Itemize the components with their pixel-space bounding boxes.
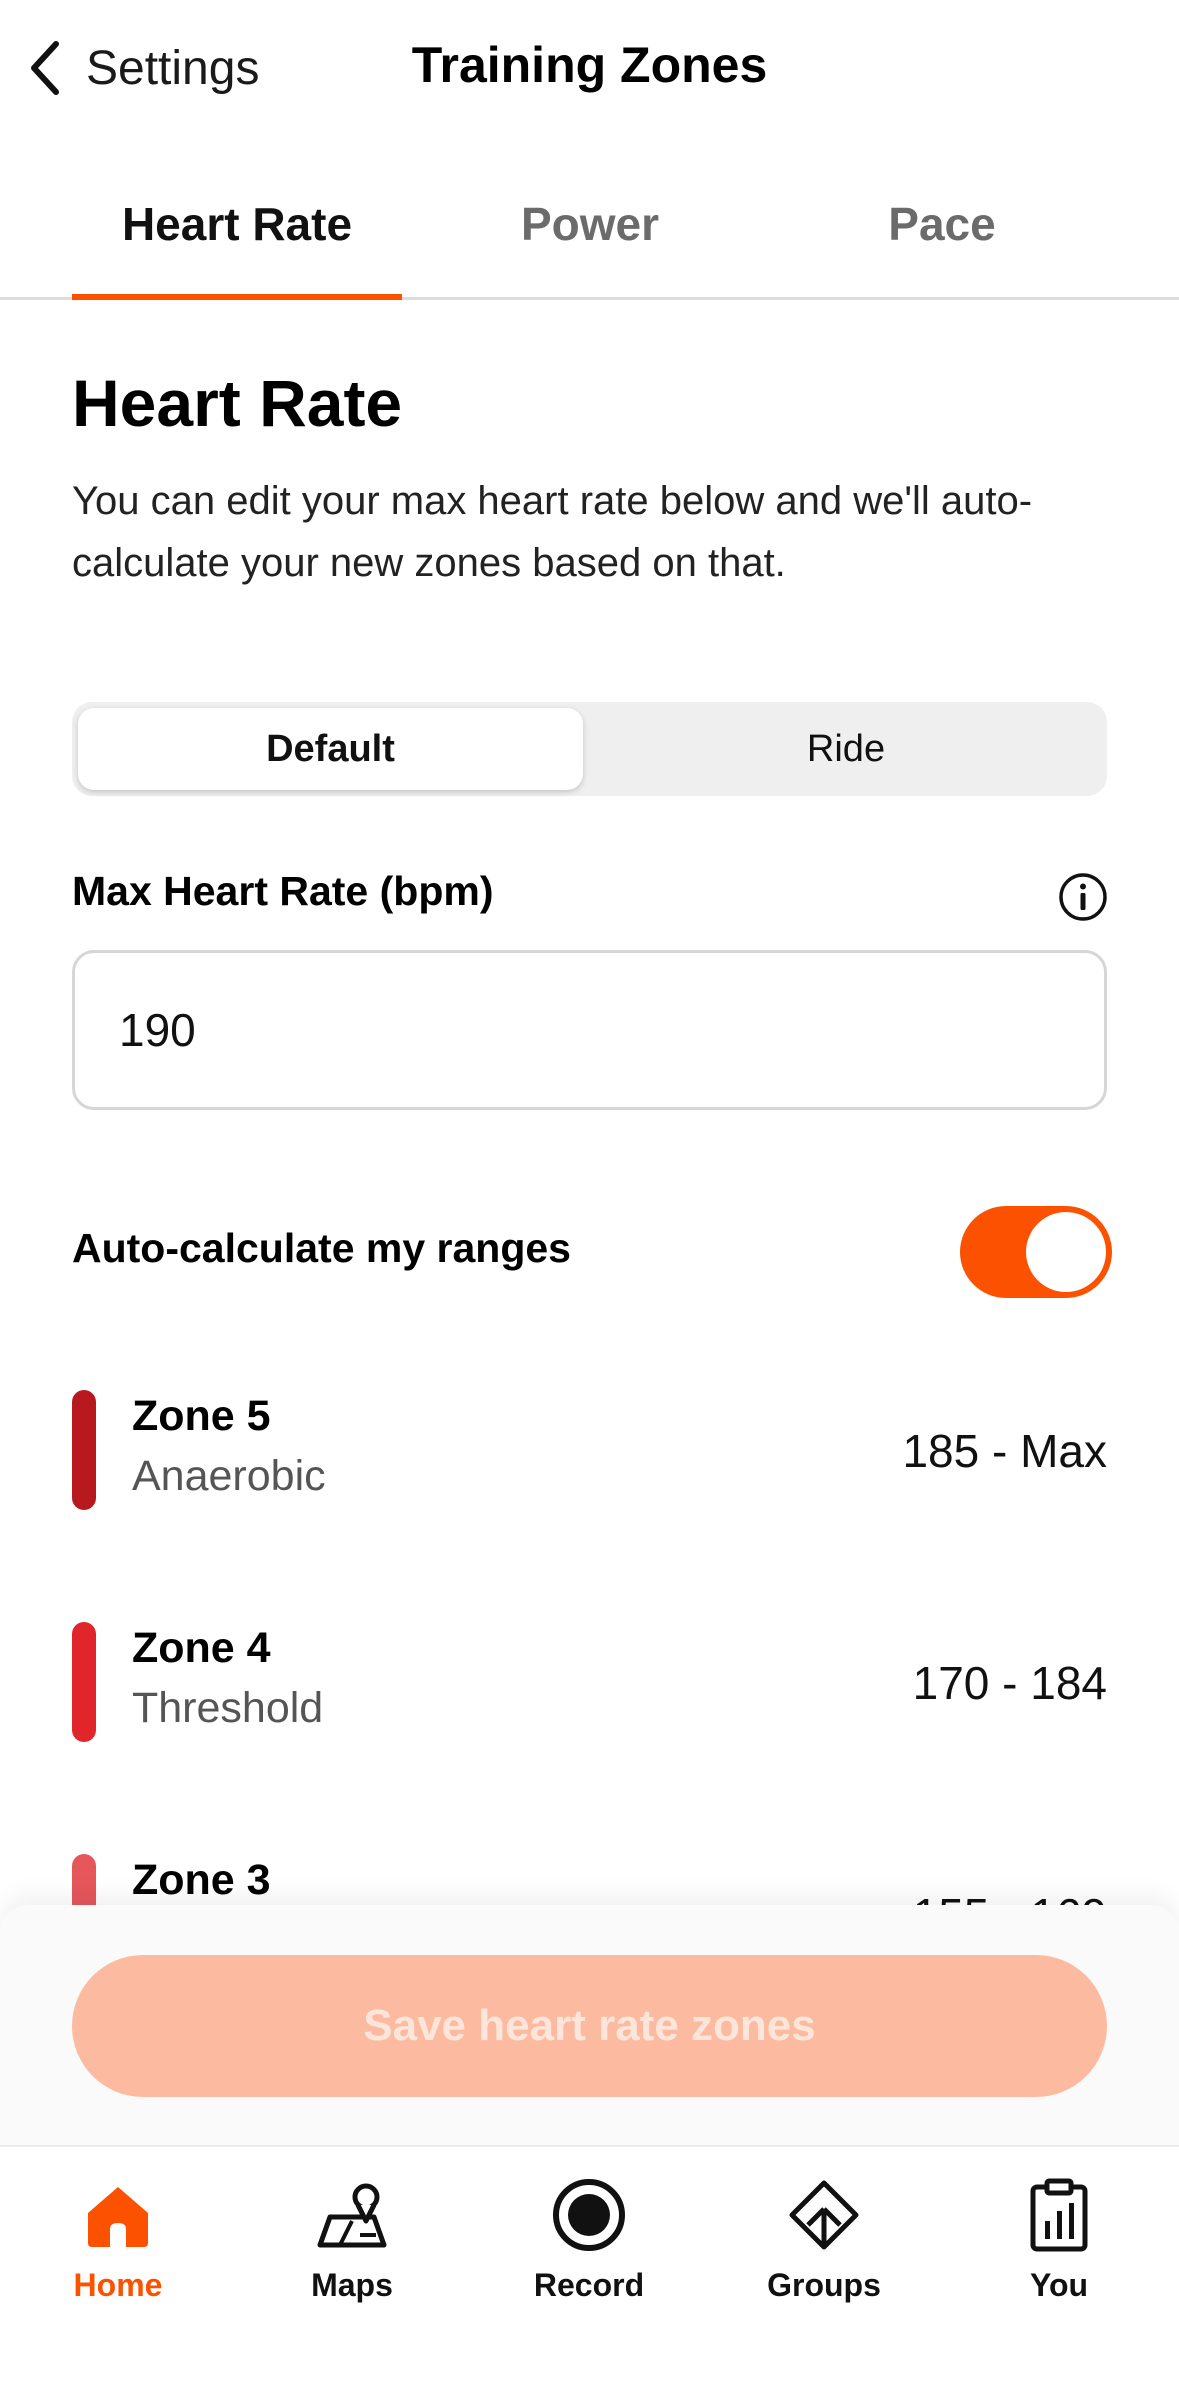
- max-heart-rate-label: Max Heart Rate (bpm): [72, 868, 494, 914]
- nav-maps[interactable]: Maps: [262, 2165, 442, 2325]
- header: Settings Training Zones: [0, 0, 1179, 140]
- record-icon: [553, 2179, 625, 2251]
- activity-segmented-control: Default Ride: [72, 702, 1107, 796]
- zone-name: Zone 4: [132, 1624, 271, 1672]
- zone-description: Anaerobic: [132, 1452, 326, 1500]
- nav-label: Maps: [311, 2267, 393, 2303]
- nav-groups[interactable]: Groups: [734, 2165, 914, 2325]
- zone-range: 170 - 184: [912, 1657, 1107, 1709]
- you-icon: [1030, 2178, 1088, 2252]
- bottom-nav: Home Maps Record Groups You: [0, 2145, 1179, 2396]
- home-icon: [88, 2187, 148, 2247]
- tab-power[interactable]: Power: [440, 150, 740, 297]
- groups-icon: [789, 2180, 859, 2250]
- max-heart-rate-input[interactable]: [72, 950, 1107, 1110]
- nav-label: Record: [533, 2267, 645, 2303]
- tab-bar: Heart Rate Power Pace: [0, 150, 1179, 300]
- zone-name: Zone 3: [132, 1856, 271, 1904]
- segment-default[interactable]: Default: [78, 708, 583, 790]
- nav-label: Groups: [767, 2267, 881, 2303]
- zone-color-bar: [72, 1390, 96, 1510]
- zone-description: Threshold: [132, 1684, 324, 1732]
- tab-pace[interactable]: Pace: [792, 150, 1092, 297]
- section-title: Heart Rate: [72, 366, 403, 440]
- maps-icon: [317, 2183, 387, 2248]
- zone-row-5[interactable]: Zone 5 Anaerobic 185 - Max: [72, 1390, 1107, 1530]
- segment-ride[interactable]: Ride: [592, 708, 1100, 790]
- nav-label: You: [1029, 2267, 1089, 2303]
- zone-row-4[interactable]: Zone 4 Threshold 170 - 184: [72, 1622, 1107, 1762]
- zone-color-bar: [72, 1622, 96, 1742]
- zone-name: Zone 5: [132, 1392, 271, 1440]
- nav-label: Home: [73, 2267, 163, 2303]
- nav-record[interactable]: Record: [499, 2165, 679, 2325]
- info-icon[interactable]: [1058, 872, 1108, 922]
- toggle-knob: [1026, 1212, 1106, 1292]
- save-panel: Save heart rate zones: [0, 1905, 1179, 2145]
- auto-calculate-toggle[interactable]: [960, 1206, 1112, 1298]
- tab-heart-rate[interactable]: Heart Rate: [72, 150, 402, 300]
- save-zones-button[interactable]: Save heart rate zones: [72, 1955, 1107, 2097]
- zone-range: 185 - Max: [902, 1425, 1107, 1477]
- nav-you[interactable]: You: [969, 2165, 1149, 2325]
- nav-home[interactable]: Home: [28, 2165, 208, 2325]
- section-description: You can edit your max heart rate below a…: [72, 479, 1033, 585]
- auto-calculate-label: Auto-calculate my ranges: [72, 1225, 571, 1271]
- page-title: Training Zones: [411, 37, 768, 93]
